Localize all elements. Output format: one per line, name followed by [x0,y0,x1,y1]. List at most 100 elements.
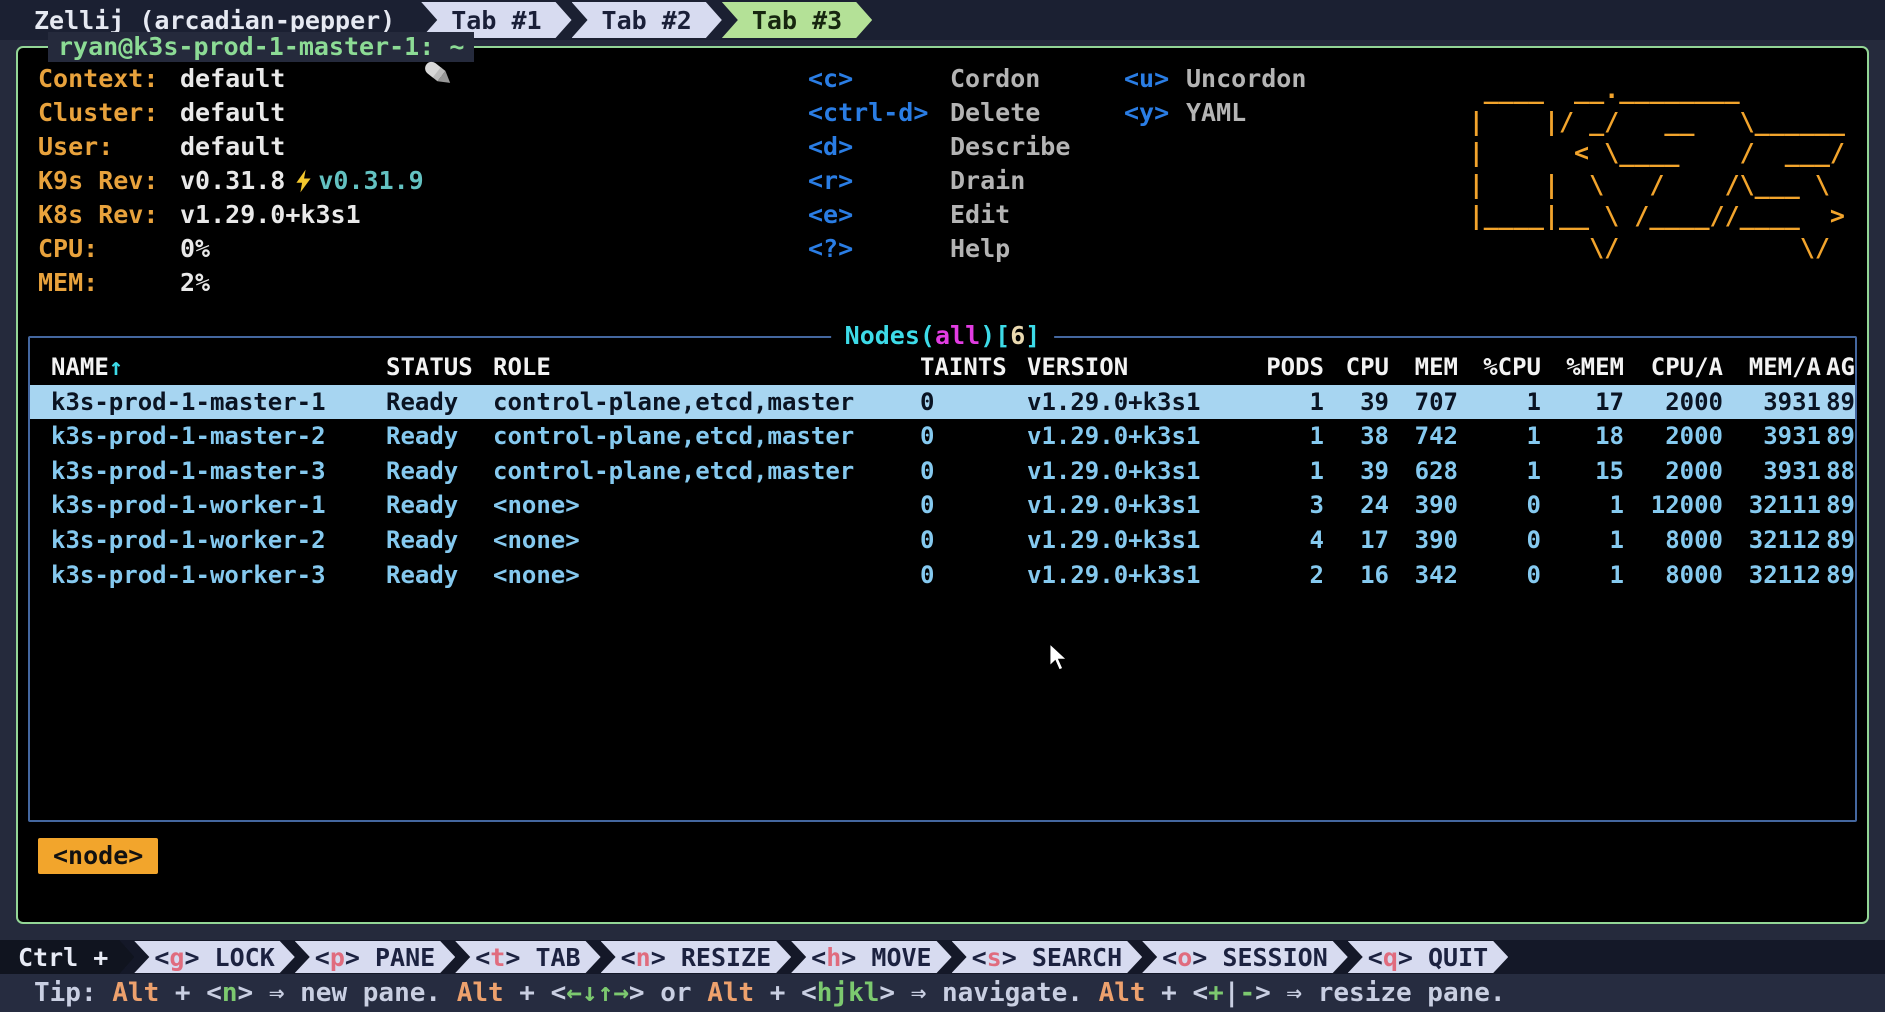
info-label: K9s Rev: [38,164,180,198]
segment-key: n [636,943,651,972]
segment-label: LOCK [215,943,275,972]
segment-key: p [330,943,345,972]
cell-cpu: 16 [1324,558,1389,593]
hotkey-key: <u> [1124,62,1186,96]
crayon-icon [299,25,455,134]
hotkey-row: <ctrl-d> Delete [808,96,1070,130]
tip-token: - [1239,978,1255,1008]
cell-mema: 3931 [1723,419,1821,454]
tip-token: | [1224,978,1240,1008]
column-header-pcpu[interactable]: %CPU [1458,350,1541,385]
cell-mem: 390 [1389,523,1458,558]
column-header-age[interactable]: AG [1821,350,1855,385]
cell-pmem: 17 [1541,385,1624,420]
keybar-segment[interactable]: <s> SEARCH [952,941,1143,973]
cell-status: Ready [386,419,493,454]
info-label: Cluster: [38,96,180,130]
cell-pmem: 1 [1541,523,1624,558]
tip-token: > ⇒ new pane. [238,978,457,1008]
column-header-taints[interactable]: TAINTS [920,350,1027,385]
cell-pods: 2 [1227,558,1324,593]
column-header-mem[interactable]: MEM [1389,350,1458,385]
cell-pmem: 1 [1541,558,1624,593]
keybar-segment[interactable]: <t> TAB [455,941,600,973]
keybar-segment[interactable]: <h> MOVE [791,941,951,973]
cluster-info-row: Context: default [38,62,456,96]
column-header-pods[interactable]: PODS [1227,350,1324,385]
keybar-segments: <g> LOCK<p> PANE<t> TAB<n> RESIZE<h> MOV… [134,941,1508,973]
cell-version: v1.29.0+k3s1 [1027,419,1227,454]
column-header-status[interactable]: STATUS [386,350,493,385]
cluster-info-row: K9s Rev: v0.31.8 v0.31.9 [38,164,456,198]
hotkey-key: <?> [808,232,950,266]
tip-token: + < [754,978,817,1008]
column-header-role[interactable]: ROLE [493,350,920,385]
key-bracket: < [154,943,169,972]
hotkeys-column-2: <u> Uncordon <y> YAML [1124,62,1306,130]
key-bracket: < [972,943,987,972]
tip-token: ←↓↑→ [566,978,629,1008]
hotkey-row: <c> Cordon [808,62,1070,96]
hotkey-action: YAML [1186,96,1246,130]
table-row[interactable]: k3s-prod-1-master-2Readycontrol-plane,et… [30,419,1855,454]
ctrl-prefix-segment: Ctrl + [0,940,134,974]
keybar-segment[interactable]: <o> SESSION [1142,941,1348,973]
keybar-segment[interactable]: <q> QUIT [1348,941,1508,973]
tab[interactable]: Tab #3 [722,2,872,38]
hotkey-row: <?> Help [808,232,1070,266]
cell-cpu: 17 [1324,523,1389,558]
cell-cpua: 8000 [1624,523,1723,558]
cell-mema: 3931 [1723,454,1821,489]
table-row[interactable]: k3s-prod-1-worker-1Ready<none>0v1.29.0+k… [30,488,1855,523]
column-header-name[interactable]: NAME↑ [51,350,386,385]
column-header-version[interactable]: VERSION [1027,350,1227,385]
keybar-segment[interactable]: <n> RESIZE [601,941,792,973]
key-bracket: < [621,943,636,972]
info-label: User: [38,130,180,164]
tab-list: Tab #1 Tab #2 Tab #3 [421,2,872,38]
hotkey-action: Help [950,232,1010,266]
hotkey-key: <ctrl-d> [808,96,950,130]
table-row[interactable]: k3s-prod-1-master-1Readycontrol-plane,et… [30,385,1855,420]
key-bracket: > [184,943,214,972]
cell-role: control-plane,etcd,master [493,419,920,454]
key-bracket: < [315,943,330,972]
hotkey-action: Edit [950,198,1010,232]
cell-mem: 628 [1389,454,1458,489]
lightning-icon [295,169,312,193]
column-header-cpua[interactable]: CPU/A [1624,350,1723,385]
cell-name: k3s-prod-1-master-1 [51,385,386,420]
hotkey-row: <u> Uncordon [1124,62,1306,96]
info-label: Context: [38,62,180,96]
table-row[interactable]: k3s-prod-1-master-3Readycontrol-plane,et… [30,454,1855,489]
cell-cpu: 38 [1324,419,1389,454]
segment-label: QUIT [1428,943,1488,972]
info-label: CPU: [38,232,180,266]
hotkey-key: <y> [1124,96,1186,130]
column-header-cpu[interactable]: CPU [1324,350,1389,385]
cell-cpua: 2000 [1624,419,1723,454]
cell-pods: 3 [1227,488,1324,523]
tip-token: + [1208,978,1224,1008]
cell-name: k3s-prod-1-worker-2 [51,523,386,558]
key-bracket: > [345,943,375,972]
tip-token: Alt [707,978,754,1008]
tab[interactable]: Tab #2 [572,2,722,38]
cell-pods: 1 [1227,454,1324,489]
keybar-segment[interactable]: <p> PANE [295,941,455,973]
hotkey-action: Drain [950,164,1025,198]
segment-key: s [987,943,1002,972]
cell-role: control-plane,etcd,master [493,454,920,489]
column-header-pmem[interactable]: %MEM [1541,350,1624,385]
breadcrumb-node-badge: <node> [38,838,158,874]
table-row[interactable]: k3s-prod-1-worker-2Ready<none>0v1.29.0+k… [30,523,1855,558]
cell-version: v1.29.0+k3s1 [1027,523,1227,558]
cell-name: k3s-prod-1-master-2 [51,419,386,454]
info-value: 0% [180,232,210,266]
cell-mema: 32111 [1723,488,1821,523]
cluster-info: Context: default Cluster: defaul [38,62,456,300]
keybar-segment[interactable]: <g> LOCK [134,941,294,973]
table-title-scope: all [935,321,980,350]
table-row[interactable]: k3s-prod-1-worker-3Ready<none>0v1.29.0+k… [30,558,1855,593]
column-header-mema[interactable]: MEM/A [1723,350,1821,385]
